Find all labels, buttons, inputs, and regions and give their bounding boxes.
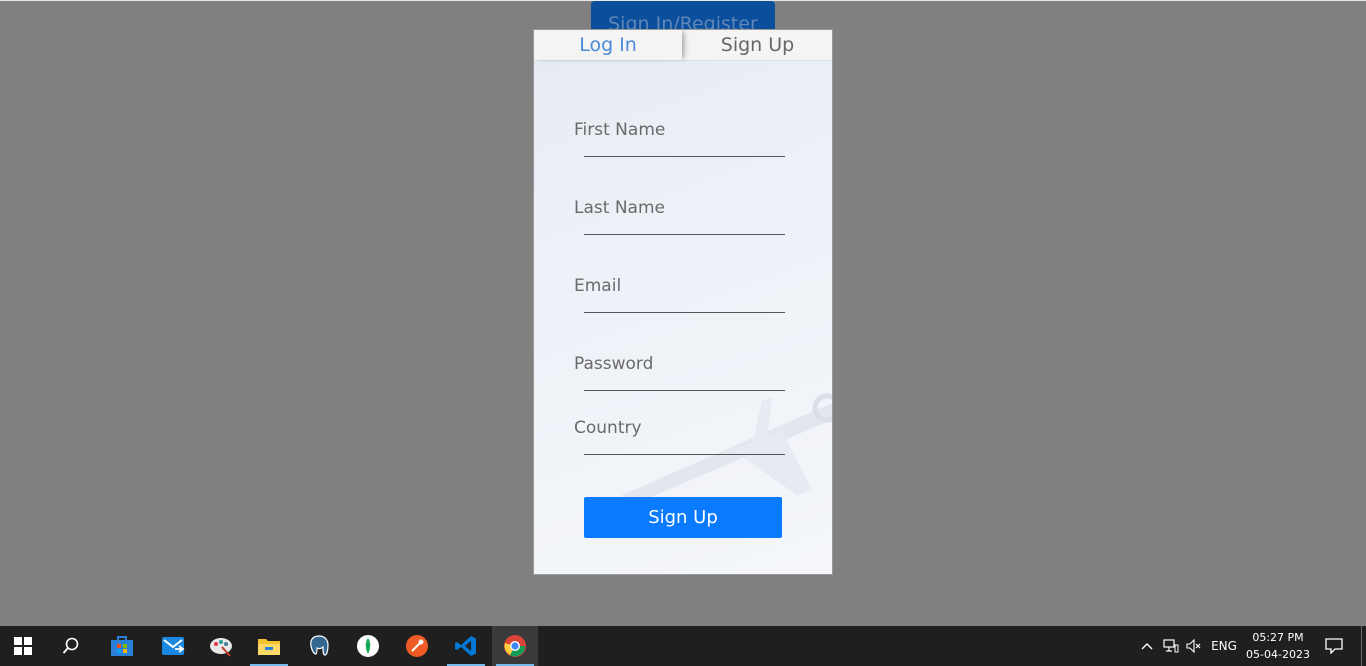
auth-modal: Log In Sign Up First Name Last Name Emai… xyxy=(534,30,832,574)
auth-tabs: Log In Sign Up xyxy=(534,30,832,61)
clock-time: 05:27 PM xyxy=(1252,631,1304,644)
postgresql-icon[interactable] xyxy=(296,626,342,666)
email-input[interactable] xyxy=(584,288,785,313)
postman-icon[interactable] xyxy=(394,626,440,666)
store-icon[interactable] xyxy=(99,626,145,666)
vscode-icon[interactable] xyxy=(443,626,489,666)
network-icon[interactable] xyxy=(1160,626,1182,666)
password-input[interactable] xyxy=(584,366,785,391)
notifications-icon[interactable] xyxy=(1320,626,1348,666)
last-name-input[interactable] xyxy=(584,210,785,235)
paint-app-icon[interactable] xyxy=(198,626,244,666)
country-input[interactable] xyxy=(584,430,785,455)
chrome-icon[interactable] xyxy=(492,626,538,666)
show-hidden-icons-chevron-icon[interactable] xyxy=(1138,626,1156,666)
file-explorer-icon[interactable] xyxy=(246,626,292,666)
first-name-input[interactable] xyxy=(584,132,785,157)
search-icon[interactable] xyxy=(48,626,94,666)
start-icon[interactable] xyxy=(0,626,46,666)
tab-log-in[interactable]: Log In xyxy=(534,30,682,60)
mongodb-icon[interactable] xyxy=(345,626,391,666)
language-indicator[interactable]: ENG xyxy=(1208,626,1240,666)
email-app-icon[interactable] xyxy=(150,626,196,666)
windows-taskbar: ENG 05:27 PM 05-04-2023 xyxy=(0,626,1366,666)
clock-date: 05-04-2023 xyxy=(1246,648,1310,661)
tab-sign-up[interactable]: Sign Up xyxy=(683,30,832,60)
system-clock[interactable]: 05:27 PM 05-04-2023 xyxy=(1240,629,1316,663)
show-desktop-divider xyxy=(1361,626,1362,666)
volume-muted-icon[interactable] xyxy=(1184,626,1204,666)
sign-up-submit-button[interactable]: Sign Up xyxy=(584,497,782,538)
